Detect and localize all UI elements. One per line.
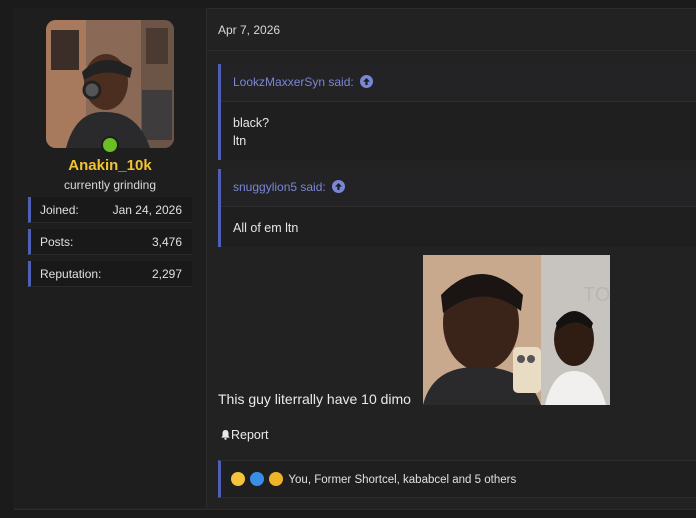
post-date[interactable]: Apr 7, 2026 bbox=[218, 23, 280, 37]
report-label[interactable]: Report bbox=[231, 428, 269, 442]
quote-header: snuggylion5 said: bbox=[221, 169, 696, 207]
stat-label: Reputation: bbox=[40, 267, 102, 281]
reactions-text[interactable]: You, Former Shortcel, kababcel and 5 oth… bbox=[288, 474, 516, 486]
quote-author[interactable]: LookzMaxxerSyn said: bbox=[233, 75, 354, 89]
reactions-bar[interactable]: You, Former Shortcel, kababcel and 5 oth… bbox=[218, 460, 696, 498]
stat-posts: Posts: 3,476 bbox=[28, 229, 192, 255]
report-button[interactable]: Report bbox=[220, 428, 269, 442]
quote-header: LookzMaxxerSyn said: bbox=[221, 64, 696, 102]
post-body-text: This guy literrally have 10 dimo bbox=[218, 391, 411, 407]
stat-value: 2,297 bbox=[151, 267, 182, 281]
user-title: currently grinding bbox=[63, 178, 157, 192]
avatar[interactable] bbox=[46, 20, 174, 148]
jump-to-quote-icon[interactable] bbox=[359, 75, 373, 89]
quote-body: All of em ltn bbox=[221, 207, 696, 249]
username[interactable]: Anakin_10k bbox=[14, 157, 206, 174]
quote-block: snuggylion5 said: All of em ltn bbox=[218, 169, 696, 247]
jump-to-quote-icon[interactable] bbox=[331, 180, 345, 194]
stat-joined: Joined: Jan 24, 2026 bbox=[28, 197, 192, 223]
quote-block: LookzMaxxerSyn said: black? ltn bbox=[218, 64, 696, 160]
quote-line: ltn bbox=[233, 134, 247, 148]
stat-label: Joined: bbox=[40, 203, 79, 217]
thinking-emoji-icon bbox=[269, 471, 284, 486]
header-divider bbox=[206, 50, 696, 51]
avatar-image bbox=[46, 20, 174, 148]
quote-line: black? bbox=[233, 116, 270, 130]
stat-value[interactable]: 3,476 bbox=[152, 229, 182, 255]
stat-label: Posts: bbox=[40, 235, 74, 249]
stat-reputation: Reputation: 2,297 bbox=[28, 261, 192, 287]
quote-author[interactable]: snuggylion5 said: bbox=[233, 180, 326, 194]
svg-text:TO: TO bbox=[583, 284, 610, 306]
laughing-emoji-icon bbox=[231, 471, 245, 486]
like-icon bbox=[250, 471, 265, 486]
quote-line: All of em ltn bbox=[233, 221, 299, 235]
bell-icon bbox=[221, 430, 230, 440]
stat-value: Jan 24, 2026 bbox=[112, 203, 182, 217]
quote-body: black? ltn bbox=[221, 102, 696, 162]
attached-image[interactable]: TO bbox=[423, 255, 610, 405]
online-status-icon bbox=[101, 136, 119, 154]
